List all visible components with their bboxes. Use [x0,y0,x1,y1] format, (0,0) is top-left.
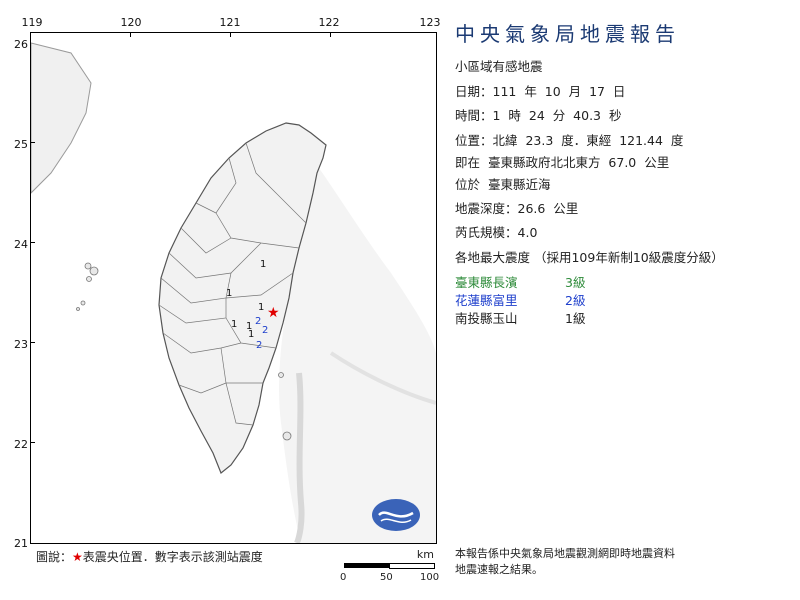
location-row: 位置：北緯 23.3 度．東經 121.44 度 [455,130,683,149]
green-island [278,372,284,378]
location-label: 位置： [455,133,493,148]
note-line-2: 地震速報之結果。 [455,563,543,576]
lat-label-24: 24 [14,238,28,251]
intensity-level: 1級 [565,311,586,326]
tick-left-23 [30,342,35,343]
map-legend: 圖說：★表震央位置．數字表示該測站震度 [36,548,263,565]
intensity-row: 花蓮縣富里 2級 [455,290,585,309]
intensity-level: 2級 [565,293,586,308]
legend-prefix: 圖說： [36,550,73,564]
station-mark: 1 [226,288,232,299]
lon-label-119: 119 [21,16,43,29]
epicenter-star: ★ [267,305,280,321]
magnitude-label: 芮氏規模： [455,225,518,240]
report-title: 中央氣象局地震報告 [455,22,680,46]
relative-row: 即在 臺東縣政府北北東方 67.0 公里 [455,152,669,171]
legend-star-icon: ★ [72,550,83,564]
date-label: 日期： [455,84,493,99]
intensity-row: 臺東縣長濱 3級 [455,272,585,291]
region-row: 位於 臺東縣近海 [455,174,550,193]
station-mark: 1 [258,302,264,313]
legend-text: 表震央位置．數字表示該測站震度 [82,550,263,564]
scale-unit: km [416,548,434,561]
station-mark: 1 [231,319,237,330]
intensity-heading-text: 各地最大震度 （採用109年新制10級震度分級） [455,250,724,265]
earthquake-map: 1 1 1 1 1 1 2 2 2 ★ [30,32,437,544]
report-note: 本報告係中央氣象局地震觀測網即時地震資料 地震速報之結果。 [455,546,735,578]
depth-label: 地震深度： [455,201,518,216]
lat-label-22: 22 [14,438,28,451]
region-value: 臺東縣近海 [487,177,551,192]
lon-label-120: 120 [120,16,142,29]
scale-bar: km 0 50 100 [340,548,440,588]
relative-label: 即在 [455,155,481,170]
event-type: 小區域有感地震 [455,56,543,75]
lat-label-21: 21 [14,537,28,550]
lon-label-122: 122 [318,16,340,29]
region-label: 位於 [455,177,481,192]
intensity-site: 花蓮縣富里 [455,293,518,308]
scale-label-100: 100 [420,572,440,583]
cwb-logo-icon [372,499,420,531]
lon-label-121: 121 [219,16,241,29]
time-row: 時間：1 時 24 分 40.3 秒 [455,105,621,124]
orchid-island [282,431,292,441]
depth-value: 26.6 公里 [517,201,579,216]
lat-label-25: 25 [14,138,28,151]
scale-bar-white [389,563,435,569]
intensity-row: 南投縣玉山 1級 [455,308,585,327]
penghu-islands [76,262,99,311]
intensity-site: 臺東縣長濱 [455,275,518,290]
depth-row: 地震深度：26.6 公里 [455,198,578,217]
date-row: 日期：111 年 10 月 17 日 [455,81,625,100]
intensity-heading: 各地最大震度 （採用109年新制10級震度分級） [455,247,724,266]
time-value: 1 時 24 分 40.3 秒 [492,108,622,123]
event-type-text: 小區域有感地震 [455,59,543,74]
magnitude-row: 芮氏規模：4.0 [455,222,537,241]
station-mark: 2 [262,325,268,336]
scale-label-0: 0 [340,572,347,583]
relative-value: 臺東縣政府北北東方 67.0 公里 [487,155,670,170]
tick-left-22 [30,442,35,443]
tick-top-121 [230,32,231,37]
lon-label-123: 123 [419,16,441,29]
china-coast [31,42,92,194]
note-line-1: 本報告係中央氣象局地震觀測網即時地震資料 [455,547,675,560]
station-mark: 2 [256,340,262,351]
scale-bar-black [344,563,389,568]
tick-top-122 [330,32,331,37]
tick-top-120 [130,32,131,37]
station-mark: 2 [255,316,261,327]
tick-left-24 [30,242,35,243]
date-value: 111 年 10 月 17 日 [492,84,626,99]
tick-left-25 [30,142,35,143]
lat-label-26: 26 [14,38,28,51]
magnitude-value: 4.0 [517,225,538,240]
station-mark: 1 [260,259,266,270]
lat-label-23: 23 [14,338,28,351]
intensity-level: 3級 [565,275,586,290]
location-value: 北緯 23.3 度．東經 121.44 度 [492,133,684,148]
intensity-site: 南投縣玉山 [455,311,518,326]
scale-label-50: 50 [380,572,393,583]
time-label: 時間： [455,108,493,123]
station-mark: 1 [248,329,254,340]
map-canvas: 1 1 1 1 1 1 2 2 2 ★ [31,42,436,543]
